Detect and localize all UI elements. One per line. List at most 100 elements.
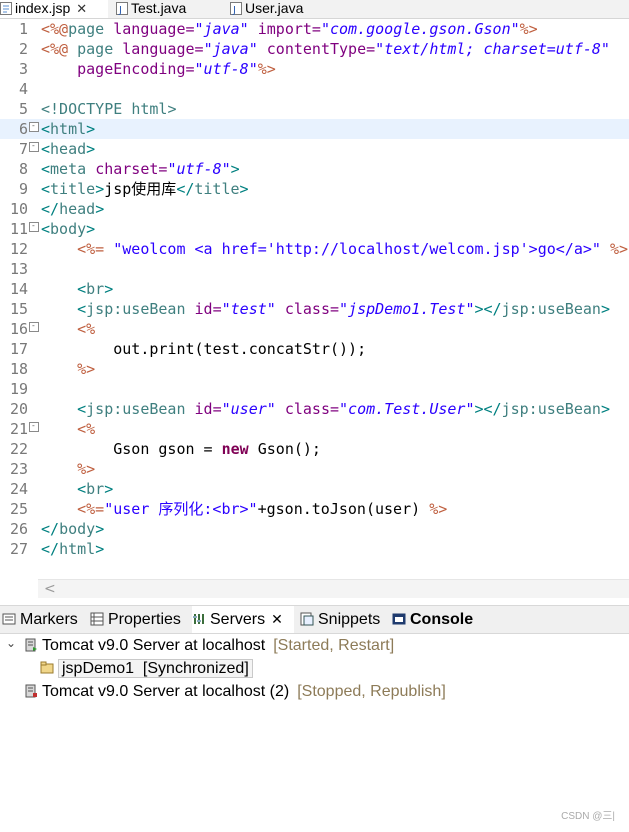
code-token: out.print(test.concatStr()); (41, 340, 367, 358)
server-node[interactable]: Tomcat v9.0 Server at localhost [Started,… (24, 635, 394, 657)
server-icon (24, 637, 38, 652)
code-text: pageEncoding="utf-8"%> (41, 59, 276, 79)
fold-toggle-icon[interactable] (29, 222, 39, 232)
code-line[interactable]: 7 <head> (0, 139, 629, 159)
tab-servers[interactable]: Servers ✕ (192, 606, 294, 633)
line-number: 15 (9, 300, 28, 318)
code-token: > (167, 100, 177, 118)
code-text: <jsp:useBean id="test" class="jspDemo1.T… (41, 299, 610, 319)
code-text: <br> (41, 479, 113, 499)
code-line[interactable]: 23 %> (0, 459, 629, 479)
code-editor[interactable]: 1 <%@page language="java" import="com.goo… (0, 19, 629, 598)
fold-toggle-icon[interactable] (29, 142, 39, 152)
code-line[interactable]: 1 <%@page language="java" import="com.goo… (0, 19, 629, 39)
code-line[interactable]: 20 <jsp:useBean id="user" class="com.Tes… (0, 399, 629, 419)
code-text: out.print(test.concatStr()); (41, 339, 366, 359)
code-line[interactable]: 19 (0, 379, 629, 399)
fold-toggle-icon[interactable] (29, 322, 39, 332)
java-file-icon: J (116, 2, 128, 16)
line-number: 24 (9, 480, 28, 498)
code-text: </html> (41, 539, 104, 559)
console-icon (392, 608, 406, 625)
code-line[interactable]: 11 <body> (0, 219, 629, 239)
code-line[interactable]: 8 <meta charset="utf-8"> (0, 159, 629, 179)
code-line[interactable]: 22 Gson gson = new Gson(); (0, 439, 629, 459)
code-token: "user" (221, 400, 276, 418)
fold-toggle-icon[interactable] (29, 122, 39, 132)
code-text: <%@ page language="java" contentType="te… (41, 39, 610, 59)
code-token: < (77, 400, 87, 418)
code-token: id= (194, 300, 222, 318)
code-token: %> (429, 500, 448, 518)
code-line[interactable]: 4 (0, 79, 629, 99)
code-token: language= (113, 20, 195, 38)
scroll-left-icon[interactable]: < (44, 580, 56, 598)
code-line[interactable]: 18 %> (0, 359, 629, 379)
code-token: > (230, 160, 240, 178)
code-line[interactable]: 9 <title>jsp使用库</title> (0, 179, 629, 199)
line-number: 12 (9, 240, 28, 258)
code-line[interactable]: 5 <!DOCTYPE html> (0, 99, 629, 119)
tab-markers[interactable]: Markers (2, 606, 78, 633)
code-line[interactable]: 25 <%="user 序列化:<br>"+gson.toJson(user) … (0, 499, 629, 519)
code-line[interactable]: 3 pageEncoding="utf-8"%> (0, 59, 629, 79)
snippets-icon (300, 608, 314, 626)
tab-index-jsp[interactable]: index.jsp ✕ (0, 0, 108, 18)
line-number: 26 (9, 520, 28, 538)
code-line[interactable]: 16 <% (0, 319, 629, 339)
horizontal-scrollbar[interactable]: < (38, 579, 629, 598)
tab-properties[interactable]: Properties (90, 606, 181, 633)
tab-label: Properties (108, 611, 181, 628)
code-token: "com.Test.User" (339, 400, 475, 418)
code-text: <jsp:useBean id="user" class="com.Test.U… (41, 399, 610, 419)
server-state: [Started, Restart] (273, 637, 395, 654)
tab-snippets[interactable]: Snippets (300, 606, 380, 633)
module-node[interactable]: jspDemo1 [Synchronized] (40, 658, 253, 680)
code-token: </ (41, 540, 60, 558)
code-token: > (600, 400, 610, 418)
code-line[interactable]: 27 </html> (0, 539, 629, 559)
code-token: < (41, 180, 51, 198)
code-token: page (68, 40, 123, 58)
server-state: [Stopped, Republish] (297, 683, 446, 700)
tab-console[interactable]: Console (392, 606, 473, 633)
code-line[interactable]: 17 out.print(test.concatStr()); (0, 339, 629, 359)
code-token: pageEncoding= (41, 60, 195, 78)
tab-label: Servers (210, 611, 266, 628)
code-line[interactable]: 6 <html> (0, 119, 629, 139)
code-line[interactable]: 21 <% (0, 419, 629, 439)
tab-user-java[interactable]: J User.java (230, 0, 330, 18)
tab-test-java[interactable]: J Test.java (116, 0, 216, 18)
code-line[interactable]: 26 </body> (0, 519, 629, 539)
code-token: meta (50, 160, 96, 178)
code-line[interactable]: 2 <%@ page language="java" contentType="t… (0, 39, 629, 59)
line-number: 14 (9, 280, 28, 298)
tab-label: Snippets (318, 611, 381, 628)
close-icon[interactable]: ✕ (271, 611, 283, 627)
code-token: jsp:useBean (86, 300, 195, 318)
code-token: jsp:useBean (501, 300, 601, 318)
code-token: head (59, 200, 96, 218)
line-number: 17 (9, 340, 28, 358)
code-line[interactable]: 14 <br> (0, 279, 629, 299)
code-token: %> (77, 360, 96, 378)
code-line[interactable]: 10 </head> (0, 199, 629, 219)
code-token: "utf-8" (167, 160, 231, 178)
code-line[interactable]: 12 <%= "weolcom <a href='http://localhos… (0, 239, 629, 259)
server-node[interactable]: Tomcat v9.0 Server at localhost (2) [Stop… (24, 681, 446, 703)
fold-toggle-icon[interactable] (29, 422, 39, 432)
code-token: "weolcom <a href='http://localhost/welco… (104, 240, 610, 258)
close-icon[interactable]: ✕ (76, 1, 87, 17)
code-token: ></ (474, 300, 502, 318)
code-line[interactable]: 15 <jsp:useBean id="test" class="jspDemo… (0, 299, 629, 319)
code-token: html (131, 100, 168, 118)
code-line[interactable]: 13 (0, 259, 629, 279)
chevron-down-icon[interactable]: ⌄ (6, 636, 16, 650)
code-token: < (77, 300, 87, 318)
code-token: "jspDemo1.Test" (339, 300, 475, 318)
code-line[interactable]: 24 <br> (0, 479, 629, 499)
